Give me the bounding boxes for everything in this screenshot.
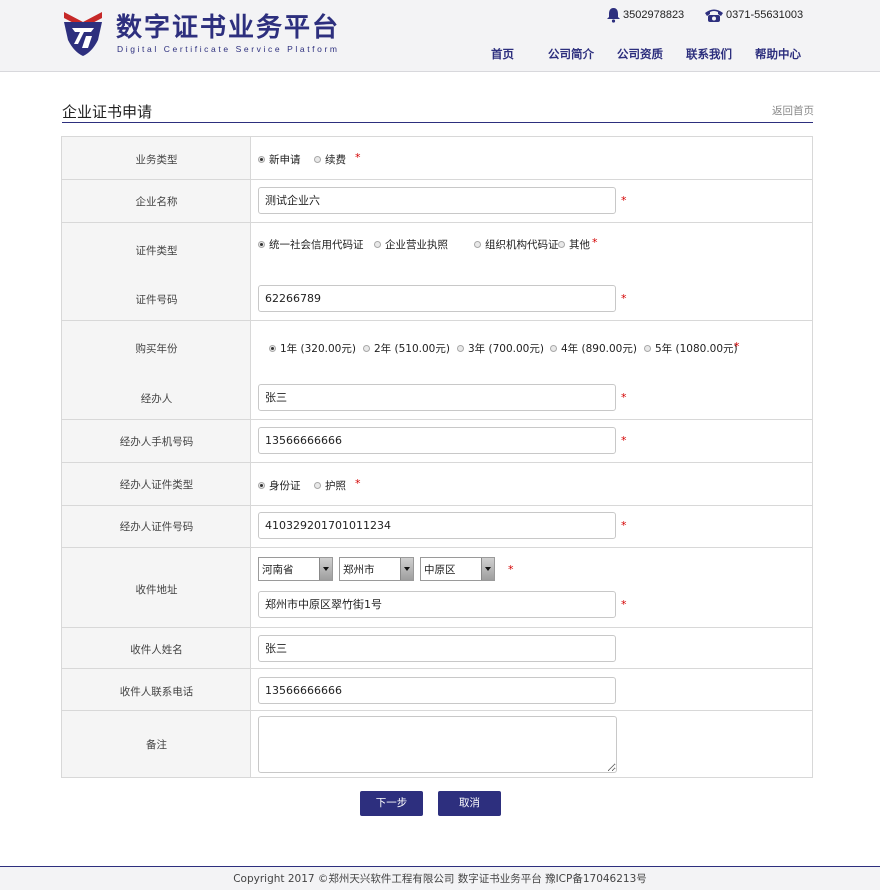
label-column xyxy=(62,137,251,777)
city-select[interactable]: 郑州市 xyxy=(339,557,414,581)
row-divider xyxy=(62,320,812,321)
chevron-down-icon xyxy=(319,558,332,580)
logo-icon xyxy=(64,12,102,56)
required-mark: * xyxy=(621,434,627,447)
page-title: 企业证书申请 xyxy=(62,103,153,121)
agent-phone-label: 经办人手机号码 xyxy=(119,436,194,448)
cert-type-org-code-radio[interactable]: 组织机构代码证 xyxy=(474,237,559,252)
required-mark: * xyxy=(508,563,514,576)
nav-contact[interactable]: 联系我们 xyxy=(686,46,732,62)
radio-dot xyxy=(314,156,321,163)
landline-contact: 0371-55631003 xyxy=(704,5,803,25)
address-label: 收件地址 xyxy=(135,584,178,596)
row-divider xyxy=(62,179,812,180)
radio-dot xyxy=(258,482,265,489)
cert-number-input[interactable]: 62266789 xyxy=(258,285,616,312)
row-divider xyxy=(62,668,812,669)
cert-number-label: 证件号码 xyxy=(135,294,178,306)
row-divider xyxy=(62,547,812,548)
agent-id-card-radio[interactable]: 身份证 xyxy=(258,478,301,493)
application-form: 业务类型 新申请 续费 * 企业名称 测试企业六 * 证件类型 统一社会信用代码… xyxy=(61,136,813,778)
years-4-radio[interactable]: 4年 (890.00元) xyxy=(550,341,637,356)
cert-type-label: 证件类型 xyxy=(135,245,178,257)
district-select[interactable]: 中原区 xyxy=(420,557,495,581)
remark-label: 备注 xyxy=(146,739,167,751)
chevron-down-icon xyxy=(481,558,494,580)
back-home-link[interactable]: 返回首页 xyxy=(772,103,814,118)
radio-dot xyxy=(558,241,565,248)
cancel-button[interactable]: 取消 xyxy=(438,791,501,816)
radio-dot xyxy=(644,345,651,352)
radio-dot xyxy=(363,345,370,352)
agent-label: 经办人 xyxy=(140,393,173,405)
nav-qualification[interactable]: 公司资质 xyxy=(617,46,663,62)
years-label: 购买年份 xyxy=(135,343,178,355)
site-footer: Copyright 2017 ©郑州天兴软件工程有限公司 数字证书业务平台 豫I… xyxy=(0,866,880,890)
agent-phone-input[interactable]: 13566666666 xyxy=(258,427,616,454)
address-detail-input[interactable]: 郑州市中原区翠竹街1号 xyxy=(258,591,616,618)
radio-dot xyxy=(457,345,464,352)
cert-type-credit-code-radio[interactable]: 统一社会信用代码证 xyxy=(258,237,364,252)
business-type-new-radio[interactable]: 新申请 xyxy=(258,152,301,167)
brand-subtitle: Digital Certificate Service Platform xyxy=(117,44,340,54)
required-mark: * xyxy=(592,236,598,249)
required-mark: * xyxy=(355,477,361,490)
agent-input[interactable]: 张三 xyxy=(258,384,616,411)
radio-dot xyxy=(374,241,381,248)
nav-help[interactable]: 帮助中心 xyxy=(755,46,801,62)
business-type-renew-radio[interactable]: 续费 xyxy=(314,152,346,167)
required-mark: * xyxy=(734,340,740,353)
years-3-radio[interactable]: 3年 (700.00元) xyxy=(457,341,544,356)
radio-dot xyxy=(314,482,321,489)
recipient-phone-label: 收件人联系电话 xyxy=(119,686,194,698)
row-divider xyxy=(62,627,812,628)
required-mark: * xyxy=(355,151,361,164)
required-mark: * xyxy=(621,519,627,532)
recipient-name-label: 收件人姓名 xyxy=(130,644,183,656)
nav-home[interactable]: 首页 xyxy=(491,46,514,62)
years-5-radio[interactable]: 5年 (1080.00元) xyxy=(644,341,738,356)
company-name-input[interactable]: 测试企业六 xyxy=(258,187,616,214)
phone-bell-icon xyxy=(607,8,620,23)
mobile-number: 3502978823 xyxy=(623,9,685,21)
business-type-label: 业务类型 xyxy=(135,154,178,166)
radio-dot xyxy=(269,345,276,352)
company-name-label: 企业名称 xyxy=(135,196,178,208)
years-2-radio[interactable]: 2年 (510.00元) xyxy=(363,341,450,356)
row-divider xyxy=(62,419,812,420)
nav-about[interactable]: 公司简介 xyxy=(548,46,594,62)
agent-id-number-input[interactable]: 410329201701011234 xyxy=(258,512,616,539)
site-header: 数字证书业务平台 Digital Certificate Service Pla… xyxy=(0,0,880,72)
required-mark: * xyxy=(621,598,627,611)
chevron-down-icon xyxy=(400,558,413,580)
required-mark: * xyxy=(621,194,627,207)
agent-passport-radio[interactable]: 护照 xyxy=(314,478,346,493)
radio-dot xyxy=(550,345,557,352)
province-select[interactable]: 河南省 xyxy=(258,557,333,581)
title-divider xyxy=(62,122,813,123)
cert-type-other-radio[interactable]: 其他 xyxy=(558,237,590,252)
mobile-contact: 3502978823 xyxy=(606,5,684,25)
row-divider xyxy=(62,462,812,463)
radio-dot xyxy=(258,241,265,248)
agent-id-type-label: 经办人证件类型 xyxy=(119,479,194,491)
required-mark: * xyxy=(621,391,627,404)
radio-dot xyxy=(474,241,481,248)
years-1-radio[interactable]: 1年 (320.00元) xyxy=(269,341,356,356)
row-divider xyxy=(62,710,812,711)
cert-type-business-license-radio[interactable]: 企业营业执照 xyxy=(374,237,448,252)
next-step-button[interactable]: 下一步 xyxy=(360,791,423,816)
radio-dot xyxy=(258,156,265,163)
row-divider xyxy=(62,222,812,223)
row-divider xyxy=(62,505,812,506)
required-mark: * xyxy=(621,292,627,305)
recipient-name-input[interactable]: 张三 xyxy=(258,635,616,662)
remark-textarea[interactable] xyxy=(258,716,617,773)
telephone-icon xyxy=(705,9,723,22)
agent-id-number-label: 经办人证件号码 xyxy=(119,521,194,533)
brand-title: 数字证书业务平台 xyxy=(116,13,341,43)
landline-number: 0371-55631003 xyxy=(726,9,804,21)
recipient-phone-input[interactable]: 13566666666 xyxy=(258,677,616,704)
